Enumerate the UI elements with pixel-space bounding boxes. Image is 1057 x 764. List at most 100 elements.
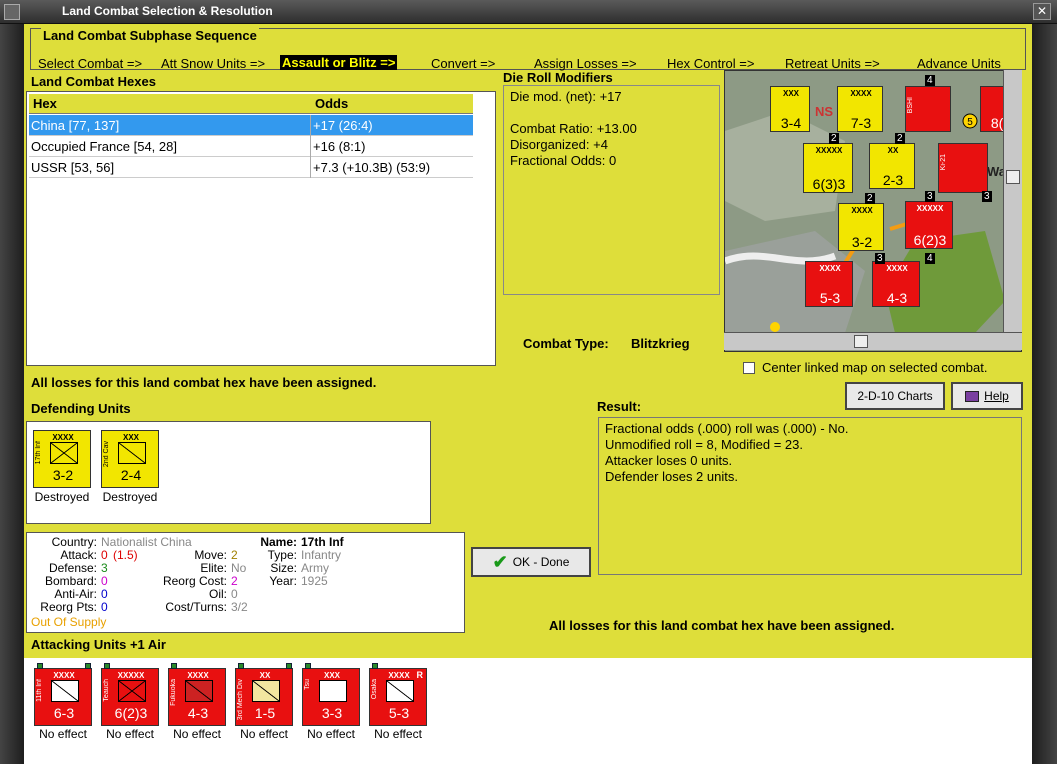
- bombard-key: Bombard:: [44, 574, 97, 588]
- attacker-status: No effect: [39, 727, 87, 741]
- map-counter[interactable]: XXXXX 6(2)3: [905, 201, 953, 249]
- bombard-value: 0: [101, 574, 108, 588]
- scroll-thumb[interactable]: [1006, 170, 1020, 184]
- attacker-counter[interactable]: R XXXX Osaka 5-3: [369, 663, 427, 726]
- map-counter[interactable]: XXXX 7-3: [837, 86, 883, 132]
- step-assault-blitz: Assault or Blitz =>: [280, 55, 398, 70]
- defending-units-panel: XXXX 17th Inf 3-2 Destroyed XXX 2nd Cav …: [26, 421, 431, 524]
- drm-disorganized: Disorganized: +4: [510, 137, 608, 152]
- map-horizontal-scrollbar[interactable]: [724, 332, 1022, 350]
- hexes-title: Land Combat Hexes: [31, 74, 156, 89]
- year-value: 1925: [301, 574, 328, 588]
- drm-ratio: Combat Ratio: +13.00: [510, 121, 637, 136]
- map-counter[interactable]: XXXX 5-3: [805, 261, 853, 307]
- charts-button[interactable]: 2-D-10 Charts: [845, 382, 945, 410]
- attacker-counter[interactable]: XXX Tsu 3-3: [302, 663, 360, 726]
- name-key: Name:: [260, 535, 297, 549]
- losses-message-top: All losses for this land combat hex have…: [31, 375, 377, 390]
- attacker-counter[interactable]: XXXX 11th Inf 6-3: [34, 663, 92, 726]
- table-row[interactable]: Occupied France [54, 28] +16 (8:1): [29, 136, 473, 157]
- result-line: Attacker loses 0 units.: [605, 453, 733, 468]
- map-counter[interactable]: XX 2-3: [869, 143, 915, 189]
- costturns-value: 3/2: [231, 600, 248, 614]
- defender-status: Destroyed: [102, 490, 158, 504]
- oil-key: Oil:: [209, 587, 227, 601]
- antiair-key: Anti-Air:: [54, 587, 97, 601]
- map-counter[interactable]: XXXX 4-3: [872, 261, 920, 307]
- subphase-title: Land Combat Subphase Sequence: [41, 28, 259, 43]
- linked-map[interactable]: NS Wa 5 5 XXX 3-4 XXXX 7-3 BSHI: [724, 70, 1022, 352]
- stack-count: 3: [982, 191, 992, 202]
- title-bar[interactable]: Land Combat Selection & Resolution ✕: [0, 0, 1057, 24]
- country-key: Country:: [51, 535, 97, 549]
- attacker-counter[interactable]: XXXX Fukuoka 4-3: [168, 663, 226, 726]
- size-key: Size:: [270, 561, 297, 575]
- help-button[interactable]: Help: [951, 382, 1023, 410]
- scroll-thumb[interactable]: [854, 335, 868, 348]
- supply-status: Out Of Supply: [31, 615, 107, 629]
- stack-count: 4: [925, 75, 935, 86]
- subphase-sequence: Land Combat Subphase Sequence Select Com…: [30, 28, 1026, 71]
- stack-count: 3: [875, 253, 885, 264]
- move-key: Move:: [194, 548, 227, 562]
- window-title: Land Combat Selection & Resolution: [62, 4, 273, 18]
- table-row[interactable]: China [77, 137] +17 (26:4): [29, 115, 473, 136]
- defender-counter[interactable]: XXXX 17th Inf 3-2: [33, 430, 91, 488]
- odds-cell: +16 (8:1): [313, 139, 366, 154]
- attacker-status: No effect: [307, 727, 355, 741]
- step-retreat: Retreat Units =>: [785, 56, 880, 71]
- attacking-units-panel: XXXX 11th Inf 6-3 No effect XXXXX Teauch…: [24, 658, 1032, 764]
- country-value: Nationalist China: [101, 535, 192, 549]
- attacker-status: No effect: [173, 727, 221, 741]
- reorgcost-key: Reorg Cost:: [162, 574, 227, 588]
- attack-key: Attack:: [60, 548, 97, 562]
- hex-cell: USSR [53, 56]: [31, 160, 115, 175]
- ok-done-button[interactable]: ✔ OK - Done: [471, 547, 591, 577]
- step-select-combat: Select Combat =>: [38, 56, 143, 71]
- map-plane-counter[interactable]: Ki-21: [938, 143, 988, 193]
- losses-message-bottom: All losses for this land combat hex have…: [549, 618, 895, 633]
- column-header-odds[interactable]: Odds: [311, 94, 473, 114]
- map-label-ns: NS: [815, 104, 833, 119]
- table-row[interactable]: USSR [53, 56] +7.3 (+10.3B) (53:9): [29, 157, 473, 178]
- map-counter-selected[interactable]: XXXX 3-2: [838, 203, 884, 251]
- drm-fractional: Fractional Odds: 0: [510, 153, 617, 168]
- hex-cell: Occupied France [54, 28]: [31, 139, 177, 154]
- size-value: Army: [301, 561, 329, 575]
- close-icon[interactable]: ✕: [1033, 3, 1051, 20]
- defending-title: Defending Units: [31, 401, 131, 416]
- attacker-counter[interactable]: XX 3rd Mech Div 1-5: [235, 663, 293, 726]
- center-map-checkbox[interactable]: [743, 362, 755, 374]
- map-plane-counter[interactable]: BSHI: [905, 86, 951, 132]
- oil-value: 0: [231, 587, 238, 601]
- attacking-title: Attacking Units +1 Air: [31, 637, 166, 652]
- result-line: Fractional odds (.000) roll was (.000) -…: [605, 421, 849, 436]
- window-menu-icon[interactable]: [4, 4, 20, 20]
- antiair-value: 0: [101, 587, 108, 601]
- map-counter[interactable]: XXXXX 6(3)3: [803, 143, 853, 193]
- result-line: Unmodified roll = 8, Modified = 23.: [605, 437, 803, 452]
- combat-type-value: Blitzkrieg: [631, 336, 690, 351]
- book-icon: [965, 390, 980, 402]
- costturns-key: Cost/Turns:: [165, 600, 227, 614]
- type-key: Type:: [267, 548, 297, 562]
- center-map-label: Center linked map on selected combat.: [762, 360, 988, 375]
- window-frame: Land Combat Selection & Resolution ✕ Lan…: [0, 0, 1057, 764]
- stack-count: 4: [925, 253, 935, 264]
- column-header-hex[interactable]: Hex: [29, 94, 311, 114]
- map-counter[interactable]: XXX 3-4: [770, 86, 810, 132]
- combat-hexes-table: Hex Odds China [77, 137] +17 (26:4) Occu…: [26, 91, 496, 366]
- attack-value: 0: [101, 548, 108, 562]
- attacker-counter[interactable]: XXXXX Teauch 6(2)3: [101, 663, 159, 726]
- defender-counter[interactable]: XXX 2nd Cav 2-4: [101, 430, 159, 488]
- air-value-badge: 5: [967, 117, 973, 128]
- type-value: Infantry: [301, 548, 342, 562]
- help-button-label: Help: [984, 389, 1009, 403]
- die-roll-modifiers: Die mod. (net): +17 Combat Ratio: +13.00…: [503, 85, 720, 295]
- drm-net: Die mod. (net): +17: [510, 89, 622, 104]
- map-vertical-scrollbar[interactable]: [1003, 70, 1022, 332]
- defense-value: 3: [101, 561, 108, 575]
- result-panel: Fractional odds (.000) roll was (.000) -…: [598, 417, 1022, 575]
- name-value: 17th Inf: [301, 535, 344, 549]
- attacker-status: No effect: [106, 727, 154, 741]
